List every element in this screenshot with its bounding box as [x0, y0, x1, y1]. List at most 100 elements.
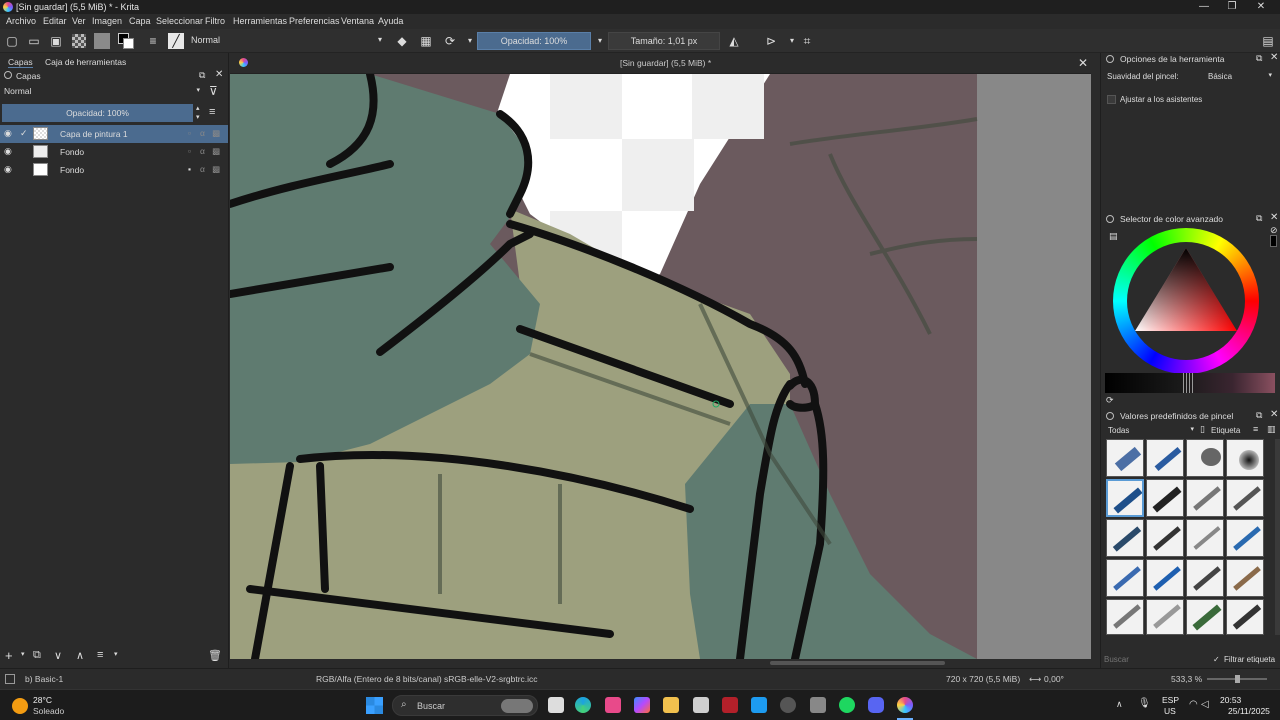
save-document-icon[interactable]: ▣	[48, 33, 64, 49]
move-layer-down-icon[interactable]: ∨	[54, 649, 62, 662]
app-icon-circle[interactable]	[780, 697, 796, 713]
vertical-scrollbar[interactable]	[1091, 74, 1099, 659]
rotation-value[interactable]: 0,00°	[1044, 674, 1064, 684]
layer-row[interactable]: ◉ Fondo ▪ α ▩	[0, 161, 228, 179]
preset-filter-select[interactable]: Todas ▾	[1106, 425, 1196, 437]
task-view-icon[interactable]	[548, 697, 564, 713]
app-icon-gray[interactable]	[810, 697, 826, 713]
brush-preset-sketch-icon[interactable]	[1186, 519, 1224, 557]
language-label[interactable]: ESP	[1162, 695, 1179, 705]
float-docker-icon[interactable]: ⧉	[1256, 410, 1262, 421]
pattern-icon[interactable]	[94, 33, 110, 49]
current-color-swatch[interactable]	[1270, 235, 1277, 247]
new-document-icon[interactable]: ▢	[4, 33, 20, 49]
chevron-down-icon[interactable]: ▾	[114, 650, 118, 658]
canvas[interactable]	[230, 74, 1099, 667]
layer-opacity-slider[interactable]: Opacidad: 100%	[2, 104, 193, 122]
alpha-lock-icon[interactable]: α	[200, 146, 205, 156]
zoom-value[interactable]: 533,3 %	[1171, 674, 1202, 684]
inherit-alpha-icon[interactable]: ▩	[212, 164, 220, 175]
menu-ventana[interactable]: Ventana	[341, 16, 374, 26]
brush-preset-blue-pencil-icon[interactable]	[1226, 519, 1264, 557]
spotify-icon[interactable]	[839, 697, 855, 713]
layer-blend-mode-select[interactable]: Normal ▾	[2, 84, 202, 98]
grid-view-icon[interactable]: ▥	[1267, 424, 1276, 435]
brush-preset-basic-icon[interactable]	[1106, 479, 1144, 517]
eraser-mode-icon[interactable]: ◆	[394, 33, 410, 49]
brush-preset-calligraphy-icon[interactable]	[1106, 519, 1144, 557]
brush-preset-soft-icon[interactable]	[1226, 439, 1264, 477]
menu-archivo[interactable]: Archivo	[6, 16, 36, 26]
tab-capas[interactable]: Capas	[8, 57, 33, 68]
discord-icon[interactable]	[868, 697, 884, 713]
float-docker-icon[interactable]: ⧉	[199, 70, 205, 81]
brush-preset-pencil-icon[interactable]	[1146, 519, 1184, 557]
workspace-icon[interactable]: ▤	[1260, 33, 1276, 49]
refresh-icon[interactable]: ⟳	[1106, 395, 1114, 406]
brush-preset-eraser-icon[interactable]	[1106, 439, 1144, 477]
layer-row[interactable]: ◉ Fondo ▫ α ▩	[0, 143, 228, 161]
presets-scrollbar[interactable]	[1275, 439, 1280, 635]
lock-icon[interactable]: ▫	[188, 146, 191, 156]
taskbar-search-box[interactable]: ⌕ Buscar	[392, 695, 538, 716]
delete-layer-icon[interactable]: 🗑	[208, 649, 222, 662]
hue-ring[interactable]	[1113, 228, 1259, 374]
menu-capa[interactable]: Capa	[129, 16, 151, 26]
chevron-down-icon[interactable]: ▾	[21, 650, 25, 658]
filter-tag-label[interactable]: Filtrar etiqueta	[1224, 655, 1275, 664]
weather-label[interactable]: Soleado	[33, 706, 64, 716]
brush-preset-icon[interactable]: ╱	[168, 33, 184, 49]
alpha-lock-icon[interactable]: α	[200, 164, 205, 174]
layer-menu-icon[interactable]: ≡	[209, 106, 215, 118]
inherit-alpha-icon[interactable]: ▩	[212, 146, 220, 157]
brush-preset-charcoal-icon[interactable]	[1146, 559, 1184, 597]
close-document-icon[interactable]: ✕	[1078, 56, 1088, 70]
brush-preset-marker-icon[interactable]	[1226, 479, 1264, 517]
layer-name[interactable]: Fondo	[60, 147, 84, 157]
menu-ver[interactable]: Ver	[72, 16, 86, 26]
menu-imagen[interactable]: Imagen	[92, 16, 122, 26]
microphone-icon[interactable]: 🎙	[1138, 698, 1151, 709]
clock-time[interactable]: 20:53	[1220, 695, 1241, 705]
brush-preset-texture-icon[interactable]	[1186, 599, 1224, 635]
store-icon[interactable]	[693, 697, 709, 713]
chevron-up-icon[interactable]: ∧	[1116, 699, 1123, 710]
file-explorer-icon[interactable]	[663, 697, 679, 713]
active-check-icon[interactable]: ✓	[20, 128, 28, 139]
lock-docker-icon[interactable]	[1106, 412, 1114, 420]
brush-preset-blender-icon[interactable]	[1146, 599, 1184, 635]
filter-tag-checkbox[interactable]: ✓	[1213, 655, 1220, 664]
brush-preset-fineliner-icon[interactable]	[1186, 479, 1224, 517]
temperature[interactable]: 28°C	[33, 695, 52, 705]
brush-preset-hatch-icon[interactable]	[1226, 599, 1264, 635]
twitter-icon[interactable]	[751, 697, 767, 713]
rotation-icon[interactable]: ⟷	[1029, 674, 1041, 685]
chevron-down-icon[interactable]: ▾	[462, 33, 478, 49]
float-docker-icon[interactable]: ⧉	[1256, 213, 1262, 224]
brush-settings-icon[interactable]: ≡	[145, 33, 161, 49]
lock-icon[interactable]: ▪	[188, 164, 191, 174]
region-label[interactable]: US	[1164, 706, 1176, 716]
minimize-button[interactable]: —	[1190, 0, 1218, 14]
tag-icon[interactable]: ▯	[1200, 424, 1205, 435]
inherit-alpha-icon[interactable]: ▩	[212, 128, 220, 139]
crop-wrap-icon[interactable]: ⌗	[799, 33, 815, 49]
clock-date[interactable]: 25/11/2025	[1228, 706, 1270, 716]
krita-taskbar-icon[interactable]	[897, 697, 913, 713]
mirror-vertical-icon[interactable]: ⊳	[763, 33, 779, 49]
preset-search-input[interactable]	[1104, 653, 1209, 666]
color-history-strip[interactable]	[1105, 373, 1275, 393]
wifi-icon[interactable]: ◠	[1189, 699, 1198, 710]
blend-mode-select[interactable]: Normal ▾	[188, 32, 386, 50]
list-view-icon[interactable]: ≡	[1253, 424, 1258, 434]
close-docker-icon[interactable]: ✕	[215, 69, 223, 80]
mirror-horizontal-icon[interactable]: ◭	[726, 33, 742, 49]
gradient-icon[interactable]	[72, 34, 86, 48]
preset-tag-label[interactable]: Etiqueta	[1211, 426, 1240, 435]
move-layer-up-icon[interactable]: ∧	[76, 649, 84, 662]
visibility-eye-icon[interactable]: ◉	[4, 164, 12, 175]
menu-editar[interactable]: Editar	[43, 16, 67, 26]
add-layer-icon[interactable]: +	[5, 648, 13, 663]
brush-preset-smudge-icon[interactable]	[1106, 599, 1144, 635]
fg-bg-color-icon[interactable]	[118, 33, 134, 49]
